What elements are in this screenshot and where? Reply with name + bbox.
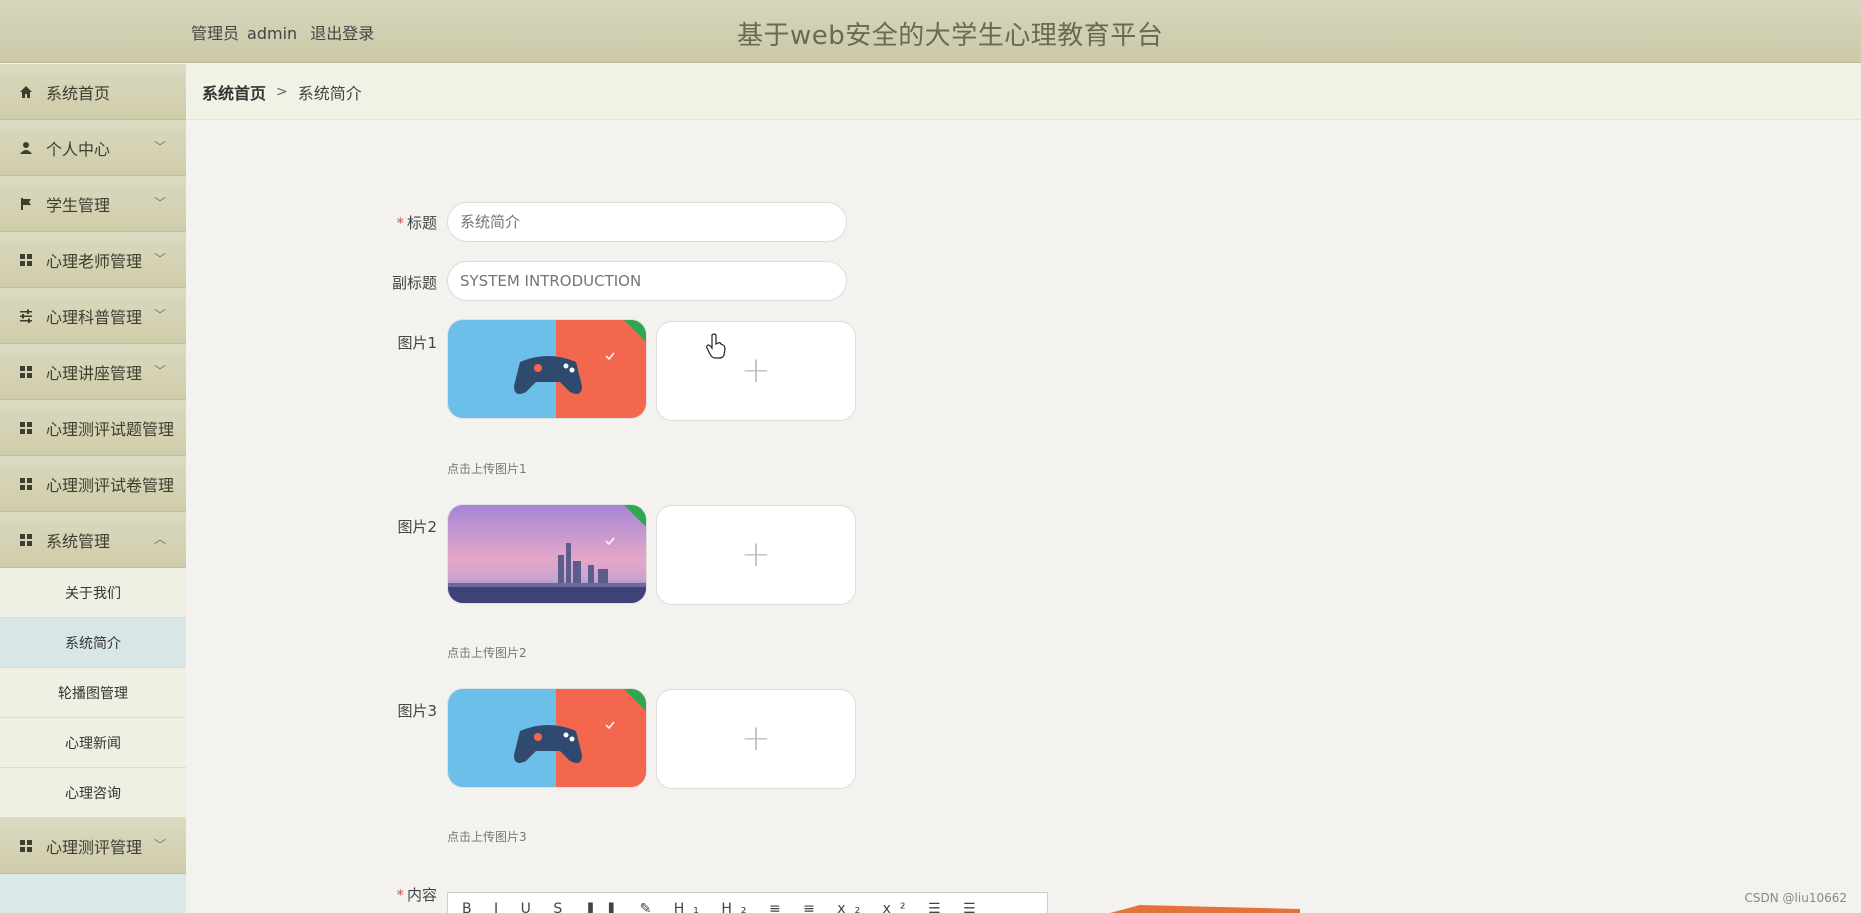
image1-hint: 点击上传图片1 bbox=[447, 462, 527, 476]
chevron-down-icon: ﹀ bbox=[153, 196, 166, 210]
grid-icon bbox=[18, 476, 34, 492]
image1-thumbnail[interactable] bbox=[447, 319, 647, 419]
watermark: CSDN @liu10662 bbox=[1744, 891, 1847, 905]
plus-icon: + bbox=[740, 718, 772, 759]
sidebar-item-label: 心理科普管理 bbox=[46, 307, 143, 327]
sidebar-item-science[interactable]: 心理科普管理 ﹀ bbox=[0, 288, 186, 344]
image2-upload-button[interactable]: + bbox=[656, 505, 856, 605]
title-input[interactable] bbox=[447, 202, 847, 242]
breadcrumb-separator: > bbox=[276, 83, 288, 100]
home-icon bbox=[18, 84, 34, 100]
flag-icon bbox=[18, 196, 34, 212]
chevron-down-icon: ﹀ bbox=[153, 252, 166, 266]
sidebar-subitem-consult[interactable]: 心理咨询 bbox=[0, 768, 186, 818]
sidebar-subitem-about[interactable]: 关于我们 bbox=[0, 568, 186, 618]
rich-text-editor-toolbar[interactable]: B I U S ❚❚ ✎ H₁ H₂ ≡ ≡ x₂ x² ☰ ☰ bbox=[447, 892, 1048, 913]
grid-icon bbox=[18, 252, 34, 268]
sidebar-item-label: 学生管理 bbox=[46, 195, 111, 215]
grid-icon bbox=[18, 532, 34, 548]
image2-label: 图片2 bbox=[397, 518, 437, 536]
required-mark: * bbox=[396, 214, 404, 232]
content-label: * 内容 bbox=[347, 884, 437, 905]
sidebar-item-system[interactable]: 系统管理 ︿ bbox=[0, 512, 186, 568]
sidebar-item-label: 个人中心 bbox=[46, 139, 111, 159]
sidebar-item-label: 系统首页 bbox=[46, 83, 111, 103]
image1-label: 图片1 bbox=[397, 334, 437, 352]
sidebar-item-label: 心理测评试题管理 bbox=[46, 419, 175, 439]
grid-icon bbox=[18, 838, 34, 854]
user-role: 管理员 bbox=[191, 24, 240, 43]
grid-icon bbox=[18, 420, 34, 436]
app-title: 基于web安全的大学生心理教育平台 bbox=[737, 21, 1164, 51]
subtitle-label: 副标题 bbox=[391, 274, 437, 292]
sidebar-item-home[interactable]: 系统首页 bbox=[0, 64, 186, 120]
sidebar-item-test-questions[interactable]: 心理测评试题管理 bbox=[0, 400, 186, 456]
sidebar-item-label: 心理老师管理 bbox=[46, 251, 143, 271]
plus-icon: + bbox=[740, 350, 772, 391]
image3-thumbnail[interactable] bbox=[447, 688, 647, 788]
required-mark: * bbox=[396, 886, 404, 904]
user-icon bbox=[18, 140, 34, 156]
title-label-text: 标题 bbox=[406, 214, 437, 232]
breadcrumb: 系统首页 > 系统简介 bbox=[187, 64, 1861, 120]
sidebar-item-label: 心理讲座管理 bbox=[46, 363, 143, 383]
chevron-down-icon: ﹀ bbox=[153, 364, 166, 378]
sidebar-item-label: 心理测评试卷管理 bbox=[46, 475, 175, 495]
orange-arrow-icon bbox=[1110, 905, 1300, 913]
title-label: * 标题 bbox=[347, 212, 437, 233]
sliders-icon bbox=[18, 308, 34, 324]
username: admin bbox=[247, 24, 298, 43]
sidebar-subitem-carousel[interactable]: 轮播图管理 bbox=[0, 668, 186, 718]
plus-icon: + bbox=[740, 534, 772, 575]
breadcrumb-current: 系统简介 bbox=[297, 83, 362, 103]
sidebar-item-teachers[interactable]: 心理老师管理 ﹀ bbox=[0, 232, 186, 288]
image3-label: 图片3 bbox=[397, 702, 437, 720]
sidebar-subitem-news[interactable]: 心理新闻 bbox=[0, 718, 186, 768]
sidebar-item-label: 系统管理 bbox=[46, 531, 111, 551]
sidebar-item-lectures[interactable]: 心理讲座管理 ﹀ bbox=[0, 344, 186, 400]
user-info: 管理员 admin 退出登录 bbox=[191, 20, 382, 44]
sidebar: 系统首页 个人中心 ﹀ 学生管理 ﹀ 心理老师管理 ﹀ 心理科普管理 ﹀ 心理讲… bbox=[0, 64, 186, 913]
sidebar-item-personal[interactable]: 个人中心 ﹀ bbox=[0, 120, 186, 176]
chevron-up-icon: ︿ bbox=[153, 532, 166, 546]
subtitle-input[interactable] bbox=[447, 261, 847, 301]
chevron-down-icon: ﹀ bbox=[153, 140, 166, 154]
image1-upload-button[interactable]: + bbox=[656, 321, 856, 421]
sidebar-item-label: 心理测评管理 bbox=[46, 837, 143, 857]
content-label-text: 内容 bbox=[406, 886, 437, 904]
top-header: 管理员 admin 退出登录 基于web安全的大学生心理教育平台 bbox=[0, 0, 1861, 63]
image2-hint: 点击上传图片2 bbox=[447, 646, 527, 660]
hand-cursor-icon bbox=[706, 333, 726, 359]
grid-icon bbox=[18, 364, 34, 380]
logout-link[interactable]: 退出登录 bbox=[310, 24, 374, 43]
sidebar-subitem-intro[interactable]: 系统简介 bbox=[0, 618, 186, 668]
chevron-down-icon: ﹀ bbox=[153, 838, 166, 852]
breadcrumb-home[interactable]: 系统首页 bbox=[202, 80, 266, 104]
chevron-down-icon: ﹀ bbox=[153, 308, 166, 322]
sidebar-item-assessment[interactable]: 心理测评管理 ﹀ bbox=[0, 818, 186, 874]
image2-thumbnail[interactable] bbox=[447, 504, 647, 604]
image3-upload-button[interactable]: + bbox=[656, 689, 856, 789]
sidebar-item-test-papers[interactable]: 心理测评试卷管理 bbox=[0, 456, 186, 512]
image3-hint: 点击上传图片3 bbox=[447, 830, 527, 844]
sidebar-item-students[interactable]: 学生管理 ﹀ bbox=[0, 176, 186, 232]
